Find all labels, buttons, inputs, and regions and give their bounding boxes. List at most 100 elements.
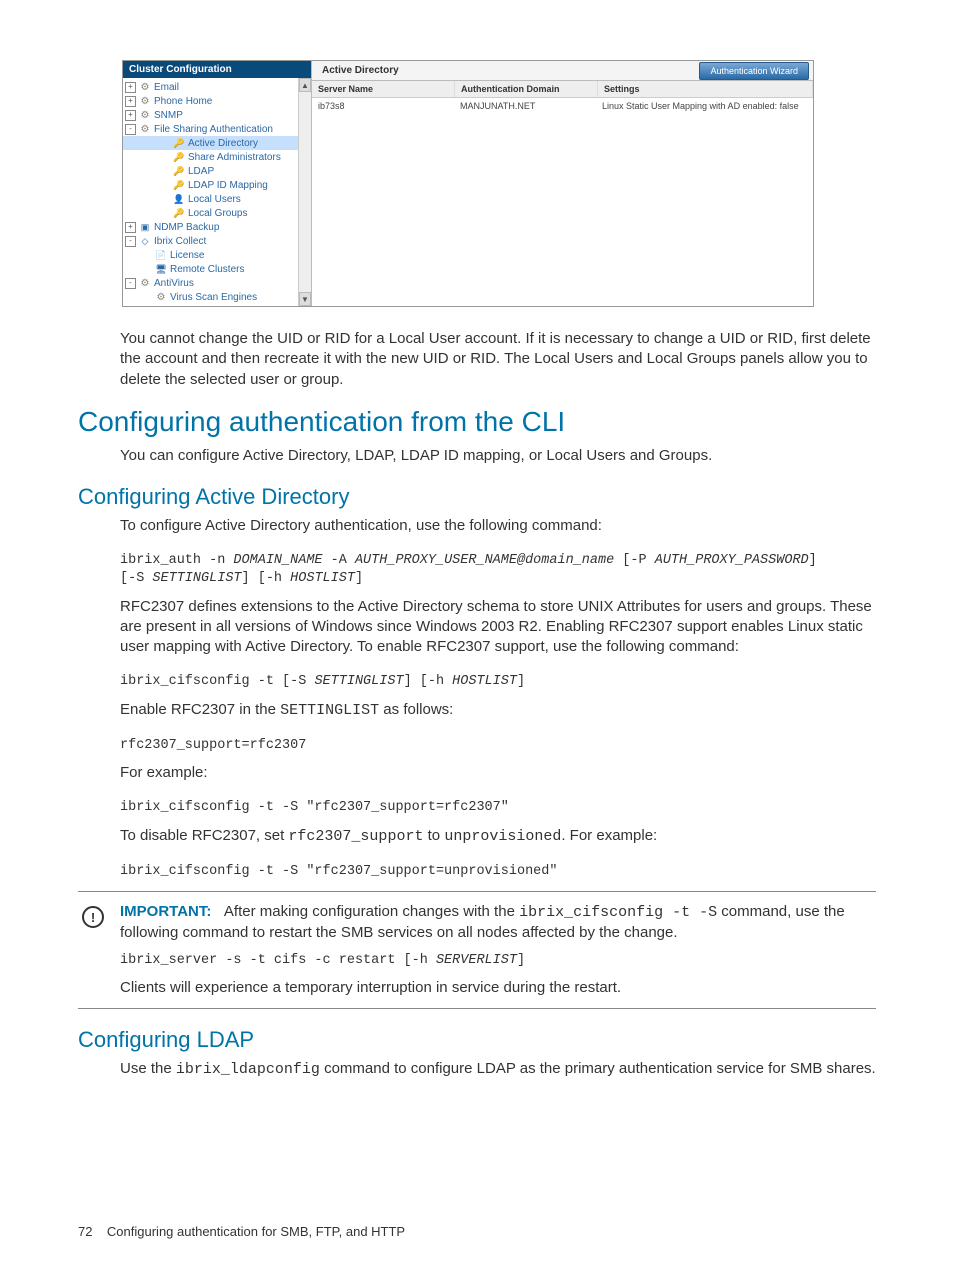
tree-item-ibrix-collect[interactable]: -◇Ibrix Collect (123, 234, 311, 248)
tree-item-ldap-id-mapping[interactable]: 🔑LDAP ID Mapping (123, 178, 311, 192)
tree-item-active-directory[interactable]: 🔑Active Directory (123, 136, 311, 150)
tree-label: LDAP (188, 166, 214, 177)
tree-toggle-icon (161, 195, 170, 204)
tree-item-remote-clusters[interactable]: 🖥Remote Clusters (123, 262, 311, 276)
auth-wizard-button[interactable]: Authentication Wizard (699, 62, 809, 80)
tree-item-ldap[interactable]: 🔑LDAP (123, 164, 311, 178)
gear-icon: ⚙ (155, 291, 167, 303)
grid-row[interactable]: ib73s8 MANJUNATH.NET Linux Static User M… (312, 98, 813, 114)
tree-toggle-icon (161, 153, 170, 162)
main-pane: Active Directory Authentication Wizard S… (312, 61, 813, 306)
cmd-restart: ibrix_server -s -t cifs -c restart [-h S… (120, 952, 876, 970)
auth-icon: 🔑 (173, 137, 185, 149)
tree-toggle-icon[interactable]: + (125, 82, 136, 93)
sidebar-header: Cluster Configuration (123, 61, 311, 78)
gear-icon: ⚙ (139, 81, 151, 93)
tree-label: SNMP (154, 110, 183, 121)
tree-label: Local Groups (188, 208, 247, 219)
important-label: IMPORTANT: (120, 903, 211, 920)
tree-toggle-icon (161, 167, 170, 176)
important-icon: ! (82, 906, 104, 928)
col-settings: Settings (598, 81, 813, 97)
tree-label: License (170, 250, 204, 261)
tree-label: Local Users (188, 194, 241, 205)
tree-label: LDAP ID Mapping (188, 180, 268, 191)
tree-toggle-icon (143, 293, 152, 302)
tab-active-directory[interactable]: Active Directory (312, 61, 409, 80)
tree-toggle-icon[interactable]: + (125, 222, 136, 233)
uid-paragraph: You cannot change the UID or RID for a L… (120, 329, 876, 390)
tree-item-license[interactable]: 📄License (123, 248, 311, 262)
tree-item-share-administrators[interactable]: 🔑Share Administrators (123, 150, 311, 164)
tree-label: Ibrix Collect (154, 236, 206, 247)
tree-item-file-sharing-authentication[interactable]: -⚙File Sharing Authentication (123, 122, 311, 136)
for-example: For example: (120, 763, 876, 783)
col-server: Server Name (312, 81, 455, 97)
col-icon: ◇ (139, 235, 151, 247)
cmd-cifs-enable: ibrix_cifsconfig -t [-S SETTINGLIST] [-h… (120, 673, 876, 691)
tree-label: NDMP Backup (154, 222, 219, 233)
important-block: ! IMPORTANT: After making configuration … (78, 891, 876, 1009)
tree-toggle-icon[interactable]: - (125, 124, 136, 135)
tree-toggle-icon (143, 265, 152, 274)
rem-icon: 🖥 (155, 263, 167, 275)
gear-icon: ⚙ (139, 123, 151, 135)
scroll-down-icon[interactable]: ▼ (299, 292, 311, 306)
lic-icon: 📄 (155, 249, 167, 261)
page-number: 72 (78, 1224, 92, 1239)
tree-label: File Sharing Authentication (154, 124, 273, 135)
app-screenshot: Cluster Configuration ▲ ▼ +⚙Email+⚙Phone… (122, 60, 814, 307)
tree-item-local-groups[interactable]: 🔑Local Groups (123, 206, 311, 220)
tree-toggle-icon (161, 209, 170, 218)
tree-label: Phone Home (154, 96, 212, 107)
disable-line: To disable RFC2307, set rfc2307_support … (120, 826, 876, 847)
tree-item-virus-scan-engines[interactable]: ⚙Virus Scan Engines (123, 290, 311, 304)
tree-toggle-icon (161, 139, 170, 148)
cmd-example-enable: ibrix_cifsconfig -t -S "rfc2307_support=… (120, 799, 876, 817)
enable-line: Enable RFC2307 in the SETTINGLIST as fol… (120, 700, 876, 721)
auth-icon: 🔑 (173, 165, 185, 177)
user-icon: 👤 (173, 193, 185, 205)
cell-auth: MANJUNATH.NET (454, 98, 596, 114)
h2-ldap: Configuring LDAP (78, 1027, 876, 1053)
nav-tree: ▲ ▼ +⚙Email+⚙Phone Home+⚙SNMP-⚙File Shar… (123, 78, 311, 306)
sidebar: Cluster Configuration ▲ ▼ +⚙Email+⚙Phone… (123, 61, 312, 306)
ldap-para: Use the ibrix_ldapconfig command to conf… (120, 1059, 876, 1080)
tree-toggle-icon[interactable]: - (125, 236, 136, 247)
important-tail: Clients will experience a temporary inte… (120, 978, 876, 998)
gear-icon: ⚙ (139, 95, 151, 107)
tree-item-email[interactable]: +⚙Email (123, 80, 311, 94)
h1-intro: You can configure Active Directory, LDAP… (120, 446, 876, 466)
tree-label: AntiVirus (154, 278, 194, 289)
cmd-example-disable: ibrix_cifsconfig -t -S "rfc2307_support=… (120, 863, 876, 881)
scroll-up-icon[interactable]: ▲ (299, 78, 311, 92)
tree-label: Virus Scan Engines (170, 292, 257, 303)
auth-icon: 🔑 (173, 207, 185, 219)
cmd-ibrix-auth: ibrix_auth -n DOMAIN_NAME -A AUTH_PROXY_… (120, 552, 876, 588)
tree-toggle-icon (161, 181, 170, 190)
tree-item-local-users[interactable]: 👤Local Users (123, 192, 311, 206)
tree-toggle-icon[interactable]: + (125, 110, 136, 121)
tree-toggle-icon[interactable]: + (125, 96, 136, 107)
auth-icon: 🔑 (173, 151, 185, 163)
tree-label: Active Directory (188, 138, 258, 149)
tree-toggle-icon[interactable]: - (125, 278, 136, 289)
cell-settings: Linux Static User Mapping with AD enable… (596, 98, 813, 114)
footer-title: Configuring authentication for SMB, FTP,… (107, 1224, 405, 1239)
page-footer: 72 Configuring authentication for SMB, F… (78, 1224, 405, 1239)
tree-item-phone-home[interactable]: +⚙Phone Home (123, 94, 311, 108)
tree-item-antivirus[interactable]: -⚙AntiVirus (123, 276, 311, 290)
gear-icon: ⚙ (139, 109, 151, 121)
col-auth-domain: Authentication Domain (455, 81, 598, 97)
tree-label: Remote Clusters (170, 264, 244, 275)
cell-server: ib73s8 (312, 98, 454, 114)
tree-item-snmp[interactable]: +⚙SNMP (123, 108, 311, 122)
tree-item-ndmp-backup[interactable]: +▣NDMP Backup (123, 220, 311, 234)
tree-toggle-icon (143, 251, 152, 260)
gear-icon: ⚙ (139, 277, 151, 289)
ad-intro: To configure Active Directory authentica… (120, 516, 876, 536)
scrollbar[interactable]: ▲ ▼ (298, 78, 311, 306)
auth-icon: 🔑 (173, 179, 185, 191)
h2-ad: Configuring Active Directory (78, 484, 876, 510)
tree-label: Share Administrators (188, 152, 281, 163)
